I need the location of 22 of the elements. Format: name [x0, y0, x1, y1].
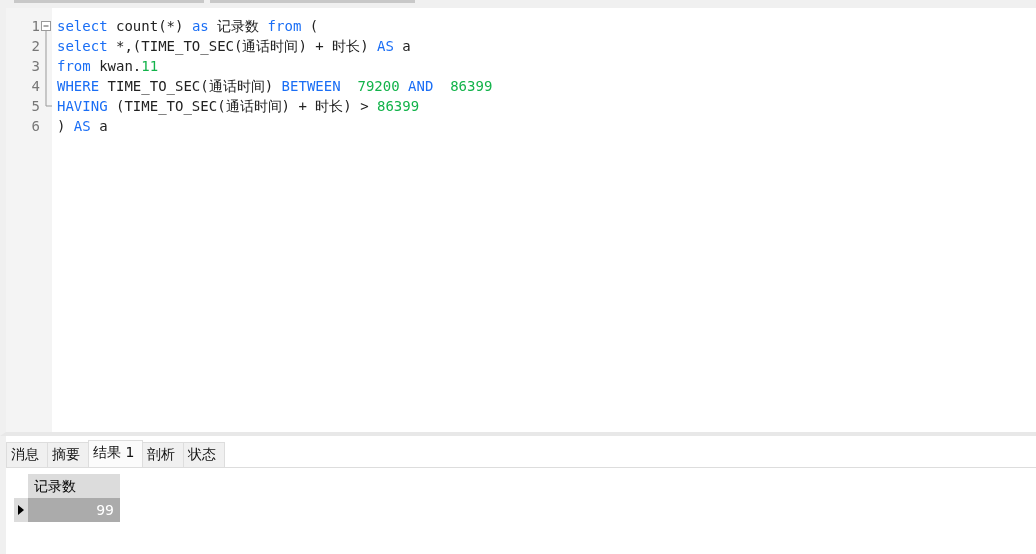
line-number: 2: [31, 37, 40, 56]
result-tab[interactable]: 剖析: [142, 442, 185, 467]
line-number: 1: [31, 17, 40, 36]
result-tab[interactable]: 摘要: [47, 442, 89, 467]
code-line: from kwan.11: [57, 57, 160, 76]
code-line: WHERE TIME_TO_SEC(通话时间) BETWEEN 79200 AND 86399: [57, 77, 493, 96]
line-number: 4: [31, 77, 40, 96]
result-tab[interactable]: 状态: [183, 442, 226, 467]
fold-end-icon: [45, 96, 52, 107]
code-line: select count(*) as 记录数 from (: [57, 17, 320, 36]
result-tab[interactable]: 结果 1: [88, 440, 144, 467]
code-line: select *,(TIME_TO_SEC(通话时间) + 时长) AS a: [57, 37, 412, 56]
column-header[interactable]: 记录数: [28, 474, 120, 498]
line-number: 6: [31, 117, 40, 136]
line-number: 5: [31, 97, 40, 116]
code-line: ) AS a: [57, 117, 109, 136]
result-tab[interactable]: 消息: [6, 442, 48, 467]
fold-toggle-icon[interactable]: [41, 21, 51, 36]
code-line: HAVING (TIME_TO_SEC(通话时间) + 时长) > 86399: [57, 97, 421, 116]
current-row-icon: [18, 505, 24, 515]
row-indicator[interactable]: [14, 498, 28, 522]
line-number: 3: [31, 57, 40, 76]
